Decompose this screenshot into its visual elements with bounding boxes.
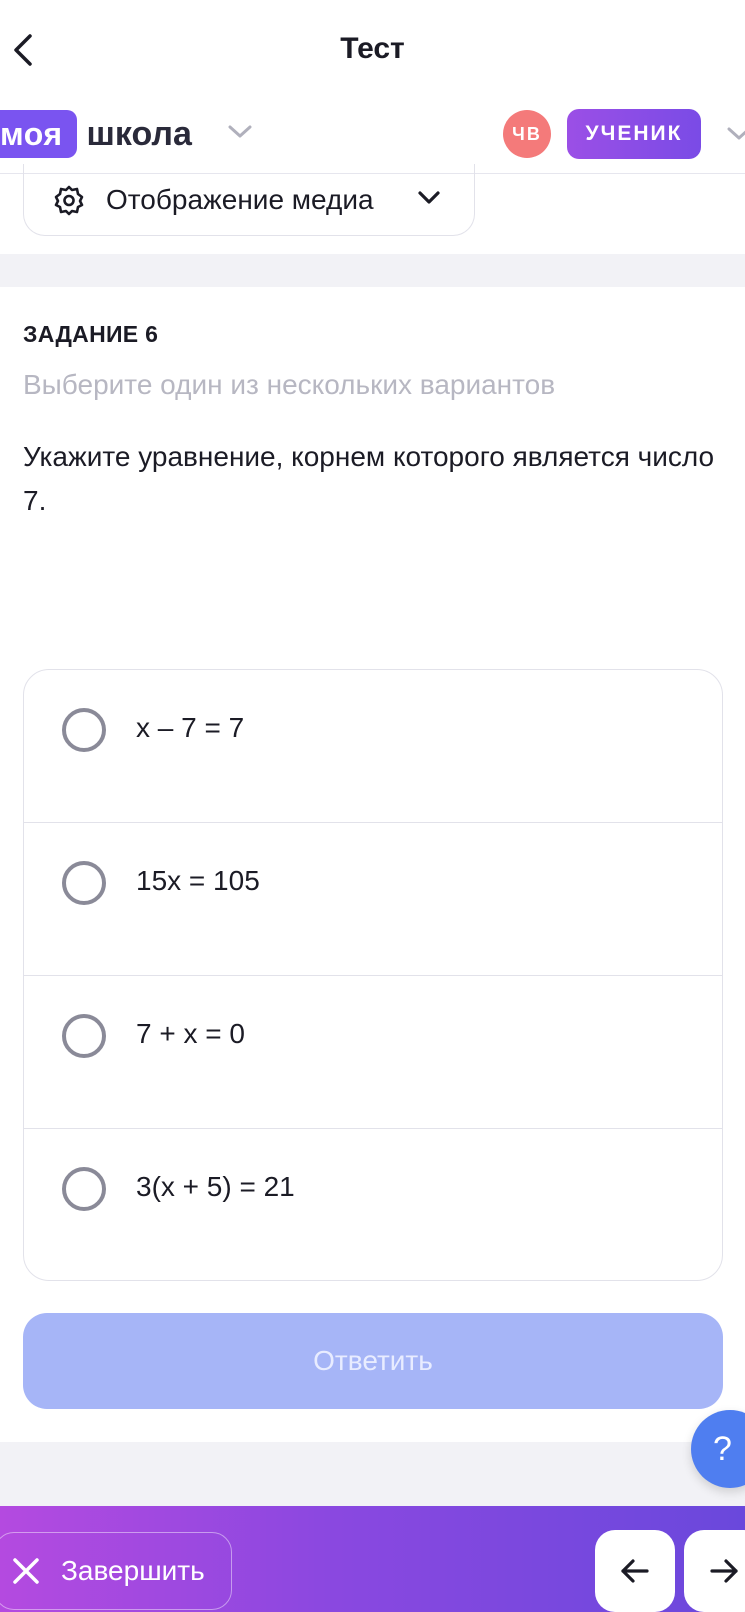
settings-gear-icon — [54, 185, 84, 215]
media-card: Отображение медиа — [0, 164, 745, 254]
finish-button[interactable]: Завершить — [0, 1532, 232, 1610]
option-label: x – 7 = 7 — [136, 712, 245, 743]
answer-option[interactable]: 15x = 105 — [24, 823, 722, 976]
avatar[interactable]: ЧВ — [503, 110, 551, 158]
school-logo[interactable]: моя школа — [0, 110, 192, 158]
next-question-button[interactable] — [684, 1530, 745, 1612]
arrow-right-icon — [710, 1559, 738, 1583]
radio-button[interactable] — [62, 1014, 106, 1058]
finish-label: Завершить — [61, 1555, 205, 1586]
chevron-down-icon[interactable] — [726, 124, 745, 144]
chevron-down-icon[interactable] — [225, 122, 255, 142]
radio-button[interactable] — [62, 708, 106, 752]
bottom-bar: Завершить — [0, 1506, 745, 1612]
radio-button[interactable] — [62, 1167, 106, 1211]
radio-button[interactable] — [62, 861, 106, 905]
media-display-button[interactable]: Отображение медиа — [23, 164, 475, 236]
task-hint: Выберите один из нескольких вариантов — [23, 369, 556, 400]
close-icon — [13, 1558, 39, 1584]
previous-question-button[interactable] — [595, 1530, 675, 1612]
role-badge[interactable]: УЧЕНИК — [567, 109, 701, 159]
option-label: 7 + x = 0 — [136, 1018, 245, 1049]
option-label: 15x = 105 — [136, 865, 260, 896]
option-label: 3(x + 5) = 21 — [136, 1171, 295, 1202]
answer-button[interactable]: Ответить — [23, 1313, 723, 1409]
arrow-left-icon — [621, 1559, 649, 1583]
answer-option[interactable]: x – 7 = 7 — [24, 670, 722, 823]
page-title: Тест — [340, 32, 405, 65]
top-bar: Тест — [0, 0, 745, 100]
answer-option[interactable]: 3(x + 5) = 21 — [24, 1129, 722, 1280]
logo-shkola: школа — [86, 114, 192, 153]
task-number: ЗАДАНИЕ 6 — [23, 321, 159, 347]
logo-moya: моя — [0, 110, 77, 158]
media-display-label: Отображение медиа — [106, 183, 374, 215]
answer-option[interactable]: 7 + x = 0 — [24, 976, 722, 1129]
answer-options: x – 7 = 7 15x = 105 7 + x = 0 3(x + 5) =… — [23, 669, 723, 1281]
chevron-down-icon — [418, 191, 440, 204]
task-question: Укажите уравнение, корнем которого являе… — [23, 441, 715, 516]
task-card: ЗАДАНИЕ 6 Выберите один из нескольких ва… — [0, 287, 745, 1442]
